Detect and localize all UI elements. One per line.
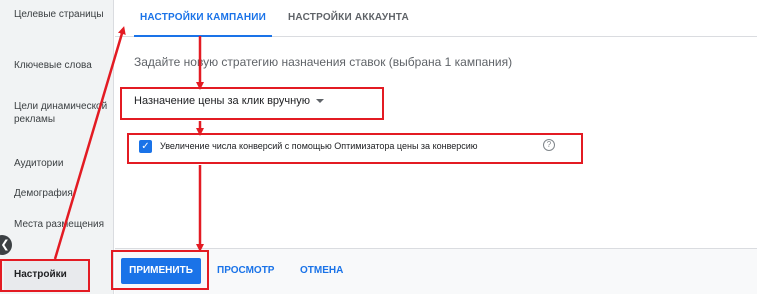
tab-account-settings[interactable]: НАСТРОЙКИ АККАУНТА xyxy=(288,0,409,37)
help-icon[interactable]: ? xyxy=(543,139,555,151)
tab-campaign-settings[interactable]: НАСТРОЙКИ КАМПАНИИ xyxy=(134,0,272,37)
sidebar-item-landing-pages[interactable]: Целевые страницы xyxy=(14,8,110,21)
enhanced-cpc-label[interactable]: Увеличение числа конверсий с помощью Опт… xyxy=(160,141,478,151)
dropdown-caret-icon xyxy=(315,99,324,104)
enhanced-cpc-checkbox[interactable]: ✓ xyxy=(139,140,152,153)
sidebar-item-dynamic-ad-targets[interactable]: Цели динамической рекламы xyxy=(14,100,110,126)
cancel-button[interactable]: ОТМЕНА xyxy=(300,265,343,276)
sidebar-item-audiences[interactable]: Аудитории xyxy=(14,157,110,170)
sidebar-item-demographics[interactable]: Демография xyxy=(14,187,110,200)
apply-button[interactable]: ПРИМЕНИТЬ xyxy=(121,258,201,284)
sidebar-nav: Целевые страницы Ключевые слова Цели дин… xyxy=(0,0,114,294)
sidebar-item-settings[interactable]: Настройки xyxy=(4,260,88,290)
action-footer xyxy=(115,248,757,294)
bid-strategy-value: Назначение цены за клик вручную xyxy=(134,95,310,107)
settings-tabs: НАСТРОЙКИ КАМПАНИИ НАСТРОЙКИ АККАУНТА xyxy=(115,0,757,37)
strategy-description: Задайте новую стратегию назначения ставо… xyxy=(134,55,513,69)
preview-button[interactable]: ПРОСМОТР xyxy=(217,265,274,276)
bid-strategy-dropdown[interactable]: Назначение цены за клик вручную xyxy=(134,95,324,107)
sidebar-item-keywords[interactable]: Ключевые слова xyxy=(14,59,110,72)
sidebar-item-placements[interactable]: Места размещения xyxy=(14,218,110,231)
